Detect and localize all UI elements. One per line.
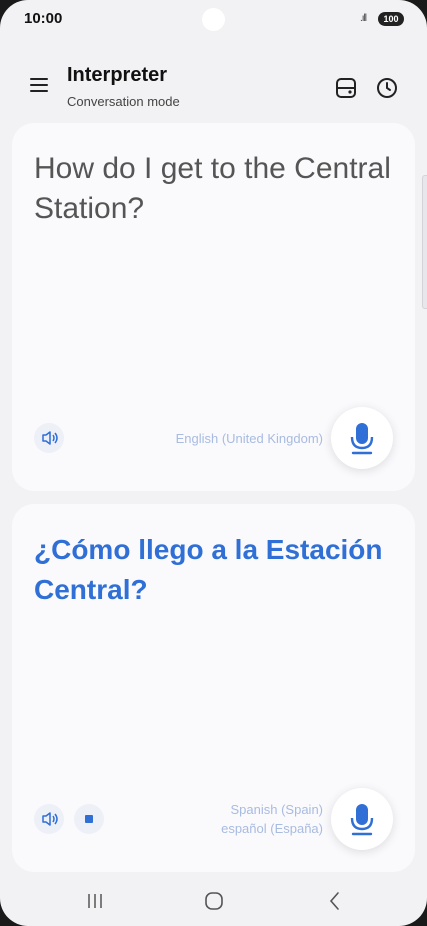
- speaker-icon[interactable]: [34, 423, 64, 453]
- translated-text: ¿Cómo llego a la Estación Central?: [34, 534, 383, 605]
- recent-apps-icon[interactable]: [80, 886, 110, 916]
- back-icon[interactable]: [320, 886, 350, 916]
- signal-icon: .ıll: [360, 13, 367, 24]
- page-title: Interpreter: [67, 64, 168, 86]
- home-icon[interactable]: [199, 886, 229, 916]
- target-card: ¿Cómo llego a la Estación Central? Spani…: [12, 504, 415, 872]
- source-card: How do I get to the Central Station? Eng…: [12, 123, 415, 491]
- stop-icon[interactable]: [74, 804, 104, 834]
- history-icon[interactable]: [375, 76, 399, 100]
- navigation-bar: [0, 876, 427, 926]
- target-language-native: español (España): [221, 821, 323, 836]
- source-text: How do I get to the Central Station?: [34, 152, 391, 225]
- layout-icon[interactable]: [334, 76, 358, 100]
- speaker-icon[interactable]: [34, 804, 64, 834]
- menu-icon[interactable]: [30, 76, 52, 94]
- target-language-name: Spanish (Spain): [230, 802, 324, 817]
- microphone-icon[interactable]: [331, 788, 393, 850]
- status-bar: 10:00 .ıll 100: [0, 0, 427, 40]
- source-language-selector[interactable]: English (United Kingdom): [176, 429, 323, 448]
- phone-screen: 10:00 .ıll 100 Interpreter Conversation …: [0, 0, 427, 926]
- status-time: 10:00: [24, 10, 63, 27]
- app-header: Interpreter Conversation mode: [0, 56, 427, 116]
- microphone-icon[interactable]: [331, 407, 393, 469]
- battery-indicator: 100: [378, 12, 404, 26]
- front-camera: [202, 8, 225, 31]
- page-subtitle: Conversation mode: [67, 94, 180, 109]
- target-language-selector[interactable]: Spanish (Spain) español (España): [221, 800, 323, 838]
- edge-panel-handle[interactable]: [422, 175, 427, 309]
